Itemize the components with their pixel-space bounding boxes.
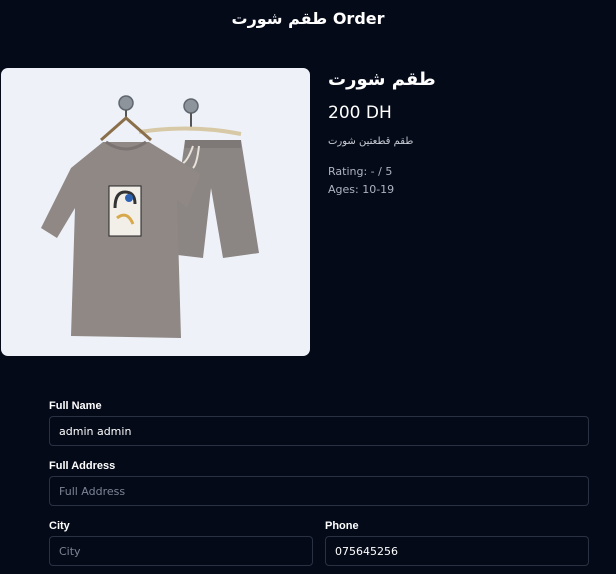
product-meta: Rating: - / 5 Ages: 10-19: [328, 163, 598, 199]
full-name-label: Full Name: [49, 400, 102, 412]
product-description: طقم قطعتين شورت: [328, 136, 414, 147]
full-address-label: Full Address: [49, 460, 116, 472]
product-rating: Rating: - / 5: [328, 165, 393, 178]
full-address-input[interactable]: [49, 476, 589, 506]
full-name-input[interactable]: [49, 416, 589, 446]
product-name: طقم شورت: [328, 69, 436, 90]
page-title: طقم شورت Order: [231, 9, 385, 28]
product-image: [1, 68, 310, 356]
product-price: 200 DH: [328, 103, 392, 123]
phone-label: Phone: [325, 520, 359, 532]
order-page: طقم شورت Order طقم شورت 200 DH طقم قطعتي…: [0, 0, 616, 574]
city-input[interactable]: [49, 536, 313, 566]
phone-input[interactable]: [325, 536, 589, 566]
city-label: City: [49, 520, 70, 532]
product-ages: Ages: 10-19: [328, 183, 395, 196]
product-info: طقم شورت 200 DH طقم قطعتين شورت Rating: …: [328, 68, 598, 199]
